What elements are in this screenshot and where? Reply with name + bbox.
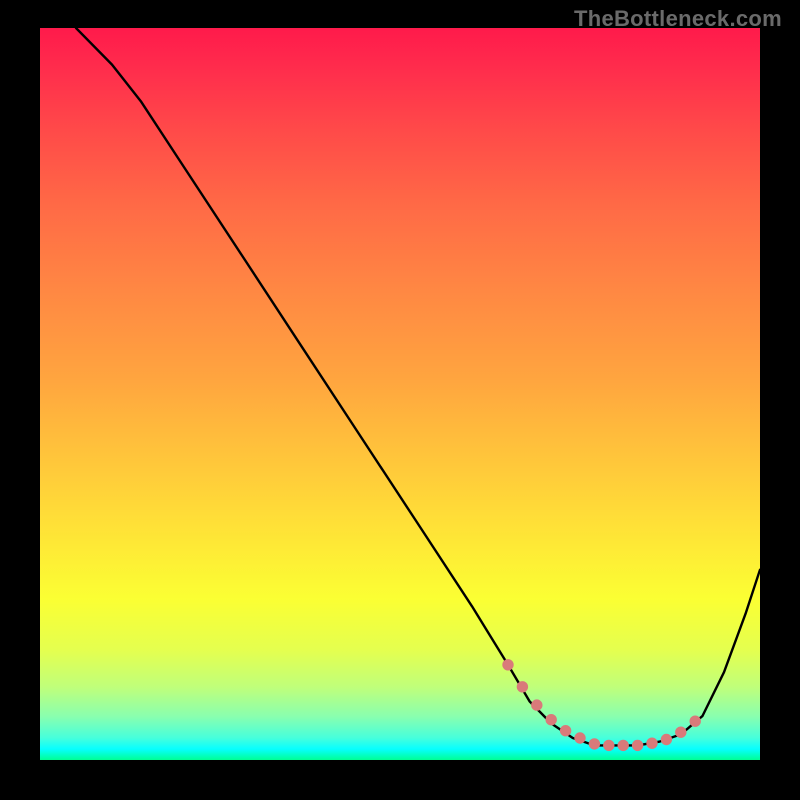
chart-svg	[40, 28, 760, 760]
chart-container: TheBottleneck.com	[0, 0, 800, 800]
watermark-text: TheBottleneck.com	[574, 6, 782, 32]
plot-area	[40, 28, 760, 760]
data-dots	[503, 660, 701, 751]
bottleneck-curve	[76, 28, 760, 745]
